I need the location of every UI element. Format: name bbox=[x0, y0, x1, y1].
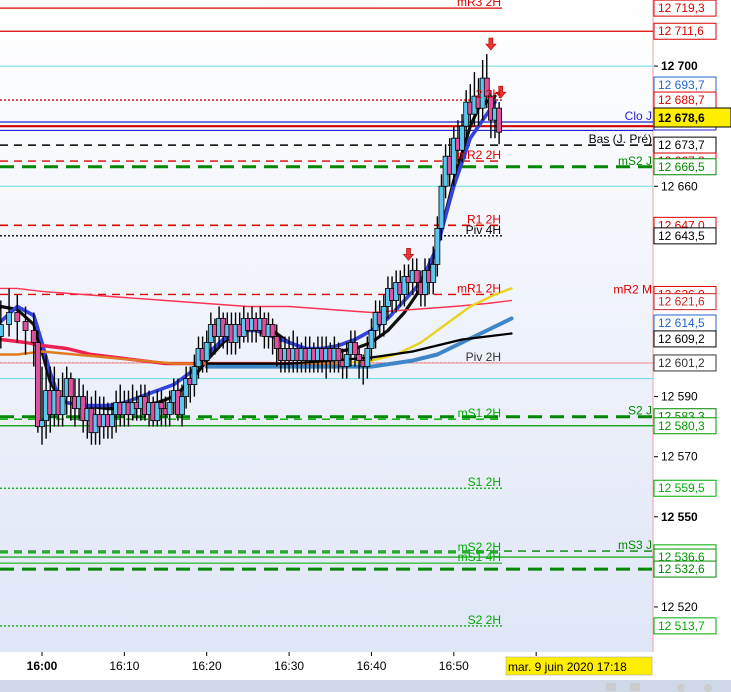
plot-background bbox=[0, 0, 653, 652]
zoom-button[interactable] bbox=[677, 684, 685, 692]
price-tick-label: 12 660 bbox=[661, 179, 698, 193]
price-box-label: 12 693,7 bbox=[658, 78, 705, 92]
current-price-box: 12 678,6 bbox=[653, 107, 731, 128]
price-tick-label: 12 520 bbox=[661, 600, 698, 614]
level-label: mR2 2H bbox=[457, 148, 501, 162]
candle-body bbox=[438, 185, 445, 229]
candle-body bbox=[413, 270, 420, 283]
chart-root: mR3 2H 12 719,3 12 711,6 12 693,7 2 2H 12 688… bbox=[0, 0, 731, 692]
candle-body bbox=[30, 330, 37, 343]
scroll-button-2[interactable] bbox=[630, 683, 640, 691]
price-box-label: 12 614,5 bbox=[658, 316, 705, 330]
candle-body bbox=[22, 321, 29, 331]
price-box-label: 12 711,6 bbox=[658, 24, 704, 38]
level-label: mR2 M bbox=[613, 283, 652, 297]
price-box-label: 12 580,3 bbox=[658, 419, 705, 433]
price-box-label: 12 513,7 bbox=[658, 619, 705, 633]
scroll-button-1[interactable] bbox=[606, 683, 616, 691]
candle-body bbox=[430, 264, 437, 283]
level-label: mR3 2H bbox=[457, 0, 501, 9]
candle-body bbox=[191, 366, 198, 385]
candle-body bbox=[434, 227, 441, 265]
candle-body bbox=[496, 107, 503, 133]
candle-body bbox=[109, 414, 115, 428]
level-label: Piv 4H bbox=[466, 223, 501, 237]
time-tick-label: 16:10 bbox=[109, 659, 139, 673]
price-box-label: 12 609,2 bbox=[658, 332, 705, 346]
candle-body bbox=[356, 354, 363, 361]
candle-body bbox=[166, 402, 173, 416]
settings-button[interactable] bbox=[704, 684, 712, 692]
price-box-label: 12 559,5 bbox=[658, 481, 705, 495]
candle-body bbox=[459, 125, 465, 151]
candle-body bbox=[380, 306, 387, 325]
time-tick-label: 16:50 bbox=[439, 659, 469, 673]
candle-body bbox=[39, 420, 45, 428]
time-tick-label: 16:00 bbox=[27, 659, 58, 673]
date-box: mar. 9 juin 2020 17:18 bbox=[505, 656, 653, 676]
price-box-label: 12 719,3 bbox=[658, 1, 705, 15]
candle-body bbox=[203, 342, 210, 361]
candle-body bbox=[335, 348, 342, 361]
level-label: S2 J bbox=[628, 404, 652, 418]
price-tick-label: 12 550 bbox=[661, 510, 698, 524]
candle-body bbox=[269, 324, 276, 337]
candle-body bbox=[59, 396, 66, 416]
level-label: mS1 2H bbox=[458, 406, 501, 420]
price-chart[interactable]: mR3 2H 12 719,3 12 711,6 12 693,7 2 2H 12 688… bbox=[0, 0, 731, 692]
level-label: mR1 2H bbox=[457, 281, 501, 295]
price-box-label: 12 643,5 bbox=[658, 229, 705, 243]
level-label: 2 2H bbox=[476, 87, 501, 101]
candle-body bbox=[368, 330, 375, 349]
level-label: mS2 J bbox=[618, 154, 652, 168]
price-box-label: 12 666,5 bbox=[658, 160, 705, 174]
level-label: mS3 J bbox=[618, 538, 652, 552]
bottom-scrollbar[interactable] bbox=[0, 680, 731, 692]
level-label: Bas (J. Pré) bbox=[589, 132, 652, 146]
candle-body bbox=[364, 348, 371, 367]
price-box-label: 12 688,7 bbox=[658, 93, 705, 107]
level-label: S2 2H bbox=[468, 613, 501, 627]
time-tick-label: 16:30 bbox=[274, 659, 304, 673]
price-box-label: 12 601,2 bbox=[658, 356, 705, 370]
level-label: S1 2H bbox=[468, 475, 501, 489]
date-label: mar. 9 juin 2020 17:18 bbox=[508, 660, 627, 674]
candle-body bbox=[0, 324, 4, 337]
price-box-label: 12 532,6 bbox=[658, 562, 705, 576]
candle-body bbox=[273, 336, 280, 349]
level-label: Piv 2H bbox=[466, 350, 501, 364]
price-tick-label: 12 700 bbox=[661, 59, 698, 73]
candle-body bbox=[352, 342, 358, 355]
level-label: Clo J bbox=[625, 109, 652, 123]
price-box-label: 12 673,7 bbox=[658, 138, 705, 152]
time-tick-label: 16:40 bbox=[356, 659, 386, 673]
candle-body bbox=[343, 354, 350, 367]
time-tick-label: 16:20 bbox=[192, 659, 222, 673]
candle-body bbox=[67, 378, 74, 398]
price-tick-label: 12 570 bbox=[661, 450, 698, 464]
current-price-label: 12 678,6 bbox=[658, 111, 705, 125]
candle-body bbox=[14, 312, 21, 322]
candle-body bbox=[6, 312, 12, 325]
price-box-label: 12 621,6 bbox=[658, 295, 705, 309]
candle-body bbox=[179, 396, 185, 416]
candle-body bbox=[34, 342, 41, 428]
level-label: mS1 4H bbox=[458, 550, 501, 564]
candle-body bbox=[158, 402, 165, 410]
price-tick-label: 12 590 bbox=[661, 390, 698, 404]
